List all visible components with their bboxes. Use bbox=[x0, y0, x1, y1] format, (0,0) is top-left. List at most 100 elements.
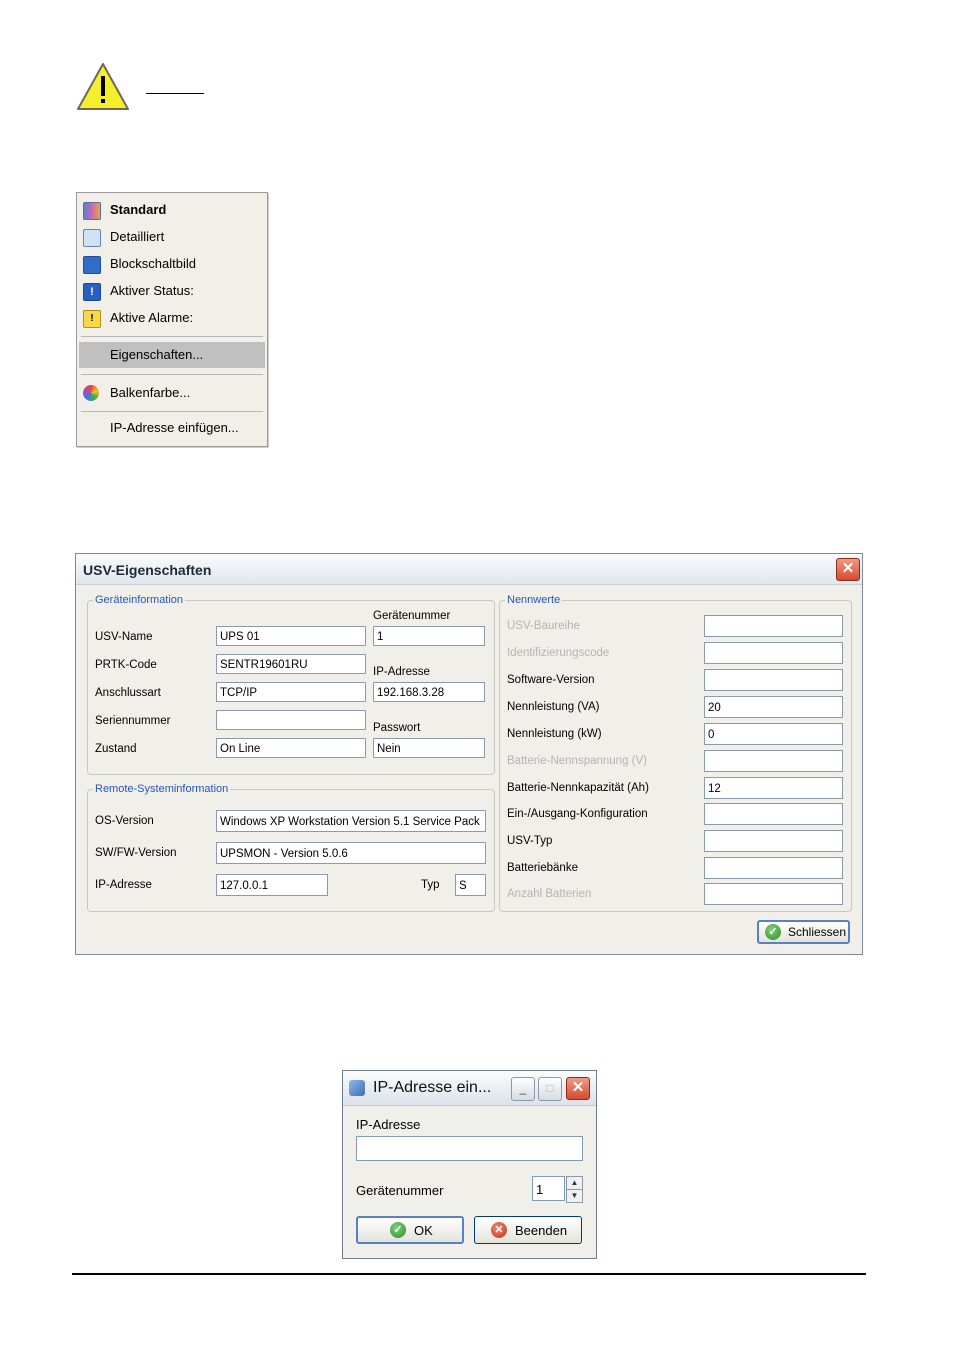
cancel-button[interactable]: ✕ Beenden bbox=[474, 1216, 582, 1244]
device-info-title: Geräteinformation bbox=[93, 594, 186, 606]
checkmark-icon: ✓ bbox=[765, 924, 781, 940]
ip-address-label: IP-Adresse bbox=[356, 1117, 421, 1132]
rating-field-identifizierungscode[interactable] bbox=[704, 642, 843, 664]
menu-item-label: IP-Adresse einfügen... bbox=[110, 420, 239, 435]
device-number-label: Gerätenummer bbox=[373, 610, 451, 622]
cancel-x-icon: ✕ bbox=[491, 1222, 507, 1238]
rating-label-anzahl-batterien: Anzahl Batterien bbox=[507, 888, 592, 900]
rating-label-batterie-nennspannung: Batterie-Nennspannung (V) bbox=[507, 755, 647, 767]
magnifier-icon bbox=[83, 229, 101, 247]
rating-field-batterie-nennspannung[interactable] bbox=[704, 750, 843, 772]
rating-label-identifizierungscode: Identifizierungscode bbox=[507, 647, 610, 659]
ip-dialog-titlebar: IP-Adresse ein... _ □ ✕ bbox=[343, 1071, 596, 1106]
rating-label-usv-baureihe: USV-Baureihe bbox=[507, 620, 580, 632]
block-diagram-icon bbox=[83, 256, 101, 274]
device-number-field[interactable]: 1 bbox=[373, 626, 485, 646]
menu-item-label: Eigenschaften... bbox=[110, 347, 204, 362]
type-field[interactable]: S bbox=[455, 874, 486, 896]
remote-info-title: Remote-Systeminformation bbox=[93, 783, 231, 795]
menu-item-aktiver-status[interactable]: ! Aktiver Status: bbox=[79, 278, 265, 304]
rating-field-usv-baureihe[interactable] bbox=[704, 615, 843, 637]
remote-ip-field[interactable]: 127.0.0.1 bbox=[216, 874, 328, 896]
cancel-button-label: Beenden bbox=[515, 1223, 568, 1238]
menu-item-label: Standard bbox=[110, 202, 167, 217]
prtk-code-label: PRTK-Code bbox=[95, 659, 157, 671]
rating-label-io-konfiguration: Ein-/Ausgang-Konfiguration bbox=[507, 808, 648, 820]
warning-triangle-icon bbox=[77, 63, 129, 110]
menu-item-label: Aktiver Status: bbox=[110, 283, 194, 298]
rating-field-nennleistung-va[interactable]: 20 bbox=[704, 696, 843, 718]
rating-field-usv-typ[interactable] bbox=[704, 830, 843, 852]
menu-item-aktive-alarme[interactable]: ! Aktive Alarme: bbox=[79, 305, 265, 331]
maximize-icon[interactable]: □ bbox=[538, 1077, 562, 1101]
app-icon bbox=[349, 1080, 365, 1096]
menu-item-eigenschaften[interactable]: Eigenschaften... bbox=[79, 342, 265, 368]
rating-label-nennleistung-kw: Nennleistung (kW) bbox=[507, 728, 602, 740]
rating-field-anzahl-batterien[interactable] bbox=[704, 883, 843, 905]
os-version-label: OS-Version bbox=[95, 815, 154, 827]
ip-dialog-title: IP-Adresse ein... bbox=[373, 1079, 492, 1096]
menu-item-blockschaltbild[interactable]: Blockschaltbild bbox=[79, 251, 265, 277]
warning-icon: ! bbox=[83, 310, 101, 328]
os-version-field[interactable]: Windows XP Workstation Version 5.1 Servi… bbox=[216, 810, 486, 832]
ok-button[interactable]: ✓ OK bbox=[356, 1216, 464, 1244]
rating-label-batterie-nennkapazitaet: Batterie-Nennkapazität (Ah) bbox=[507, 782, 649, 794]
menu-item-standard[interactable]: Standard bbox=[79, 197, 265, 223]
connection-label: Anschlussart bbox=[95, 687, 161, 699]
password-label: Passwort bbox=[373, 722, 421, 734]
menu-separator bbox=[81, 336, 263, 337]
menu-item-label: Detailliert bbox=[110, 229, 165, 244]
checkmark-icon: ✓ bbox=[390, 1222, 406, 1238]
minimize-icon[interactable]: _ bbox=[511, 1077, 535, 1101]
device-number-label: Gerätenummer bbox=[356, 1183, 444, 1198]
close-icon[interactable]: ✕ bbox=[566, 1077, 590, 1100]
rating-field-batterie-nennkapazitaet[interactable]: 12 bbox=[704, 777, 843, 799]
usv-properties-dialog: USV-Eigenschaften ✕ Geräteinformation US… bbox=[75, 553, 863, 955]
close-button[interactable]: ✓ Schliessen bbox=[757, 920, 850, 944]
sw-fw-version-label: SW/FW-Version bbox=[95, 847, 177, 859]
menu-separator bbox=[81, 411, 263, 412]
connection-field[interactable]: TCP/IP bbox=[216, 682, 366, 702]
rating-label-nennleistung-va: Nennleistung (VA) bbox=[507, 701, 600, 713]
sw-fw-version-field[interactable]: UPSMON - Version 5.0.6 bbox=[216, 842, 486, 864]
rating-field-software-version[interactable] bbox=[704, 669, 843, 691]
state-label: Zustand bbox=[95, 743, 137, 755]
ip-address-field[interactable]: 192.168.3.28 bbox=[373, 682, 485, 702]
usv-name-field[interactable]: UPS 01 bbox=[216, 626, 366, 646]
menu-item-balkenfarbe[interactable]: Balkenfarbe... bbox=[79, 380, 265, 406]
menu-item-detailliert[interactable]: Detailliert bbox=[79, 224, 265, 250]
rating-field-io-konfiguration[interactable] bbox=[704, 803, 843, 825]
color-palette-icon bbox=[83, 385, 99, 401]
ip-address-label: IP-Adresse bbox=[373, 666, 430, 678]
ip-address-dialog: IP-Adresse ein... _ □ ✕ IP-Adresse Gerät… bbox=[342, 1070, 597, 1259]
rating-label-usv-typ: USV-Typ bbox=[507, 835, 553, 847]
warning-underline bbox=[146, 93, 204, 94]
menu-item-ip-adresse-einfuegen[interactable]: IP-Adresse einfügen... bbox=[79, 415, 265, 441]
remote-ip-label: IP-Adresse bbox=[95, 879, 152, 891]
prtk-code-field[interactable]: SENTR19601RU bbox=[216, 654, 366, 674]
menu-separator bbox=[81, 374, 263, 375]
close-icon[interactable]: ✕ bbox=[836, 558, 860, 581]
rating-field-nennleistung-kw[interactable]: 0 bbox=[704, 723, 843, 745]
state-field[interactable]: On Line bbox=[216, 738, 366, 758]
ip-address-input[interactable] bbox=[356, 1136, 583, 1161]
menu-item-label: Aktive Alarme: bbox=[110, 310, 194, 325]
rating-label-software-version: Software-Version bbox=[507, 674, 595, 686]
usv-name-label: USV-Name bbox=[95, 631, 153, 643]
footer-rule bbox=[72, 1273, 866, 1275]
ok-button-label: OK bbox=[414, 1223, 433, 1238]
rating-field-batteriebaenke[interactable] bbox=[704, 857, 843, 879]
device-number-input[interactable]: 1 bbox=[532, 1176, 565, 1201]
rating-title: Nennwerte bbox=[505, 594, 563, 606]
spin-down-icon[interactable]: ▼ bbox=[566, 1189, 583, 1203]
password-field[interactable]: Nein bbox=[373, 738, 485, 758]
menu-item-label: Blockschaltbild bbox=[110, 256, 196, 271]
serial-label: Seriennummer bbox=[95, 715, 171, 727]
spin-up-icon[interactable]: ▲ bbox=[566, 1176, 583, 1190]
serial-field[interactable] bbox=[216, 710, 366, 730]
menu-item-label: Balkenfarbe... bbox=[110, 385, 191, 400]
type-label: Typ bbox=[421, 879, 440, 891]
info-icon: ! bbox=[83, 283, 101, 301]
close-button-label: Schliessen bbox=[788, 925, 847, 939]
dialog-title: USV-Eigenschaften bbox=[83, 562, 212, 578]
